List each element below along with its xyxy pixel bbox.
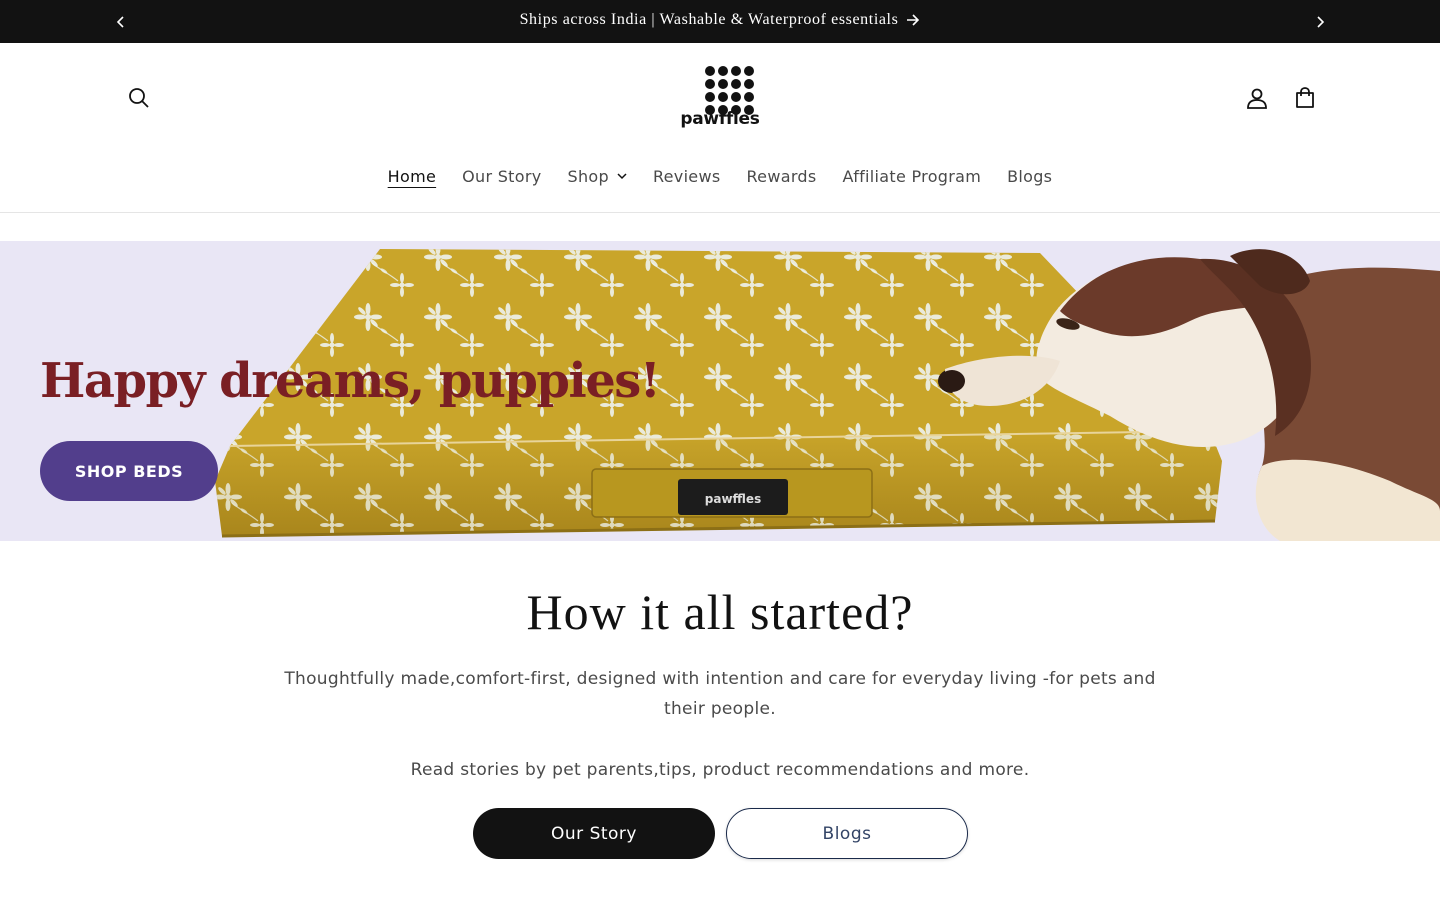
announcement-message[interactable]: Ships across India | Washable & Waterpro…	[0, 11, 1440, 31]
menu-item-shop[interactable]: Shop	[555, 161, 640, 192]
bed-tag-text: pawffles	[705, 492, 761, 506]
blogs-button[interactable]: Blogs	[726, 808, 968, 859]
our-story-button[interactable]: Our Story	[473, 808, 715, 859]
menu-item-label: Blogs	[1007, 167, 1053, 186]
account-icon	[1247, 88, 1267, 109]
arrow-right-icon	[906, 13, 920, 31]
section-title: How it all started?	[526, 584, 914, 640]
story-paragraph-2: Read stories by pet parents,tips, produc…	[410, 760, 1030, 780]
announcement-bar: Ships across India | Washable & Waterpro…	[0, 0, 1440, 43]
cart-icon	[1296, 87, 1314, 108]
hero-headline: Happy dreams, puppies!	[40, 353, 661, 409]
story-paragraph-1: Thoughtfully made,comfort-first, designe…	[284, 669, 1156, 719]
story-section: How it all started? Thoughtfully made,co…	[0, 541, 1440, 900]
chevron-right-icon	[1317, 16, 1325, 28]
menu-item-reviews[interactable]: Reviews	[640, 161, 734, 192]
menu-item-home[interactable]: Home	[375, 161, 449, 192]
announcement-next-button[interactable]	[1310, 12, 1330, 32]
menu-item-label: Rewards	[746, 167, 817, 186]
site-logo[interactable]: pawffles	[676, 61, 764, 135]
menu-item-label: Shop	[567, 167, 609, 186]
menu-item-label: Our Story	[462, 167, 542, 186]
menu-item-our-story[interactable]: Our Story	[449, 161, 554, 192]
main-menu: Home Our Story Shop Reviews Rewards Affi…	[0, 161, 1440, 192]
chevron-down-icon	[617, 173, 627, 180]
menu-item-rewards[interactable]: Rewards	[733, 161, 829, 192]
site-header: pawffles Home Our Story Shop Reviews Rew…	[0, 43, 1440, 213]
menu-item-label: Home	[387, 167, 437, 186]
shop-beds-button[interactable]: SHOP BEDS	[40, 441, 218, 501]
announcement-text: Ships across India | Washable & Waterpro…	[519, 11, 899, 28]
menu-item-label: Reviews	[652, 167, 721, 186]
logo-wordmark: pawffles	[680, 109, 760, 129]
hero-banner: pawffles Happy dreams, puppies! SHOP BED…	[0, 241, 1440, 541]
search-icon	[129, 88, 149, 108]
search-button[interactable]	[121, 80, 157, 116]
cart-button[interactable]	[1287, 80, 1323, 116]
menu-item-blogs[interactable]: Blogs	[994, 161, 1065, 192]
menu-item-affiliate-program[interactable]: Affiliate Program	[830, 161, 995, 192]
account-button[interactable]	[1239, 80, 1275, 116]
menu-item-label: Affiliate Program	[842, 167, 982, 186]
